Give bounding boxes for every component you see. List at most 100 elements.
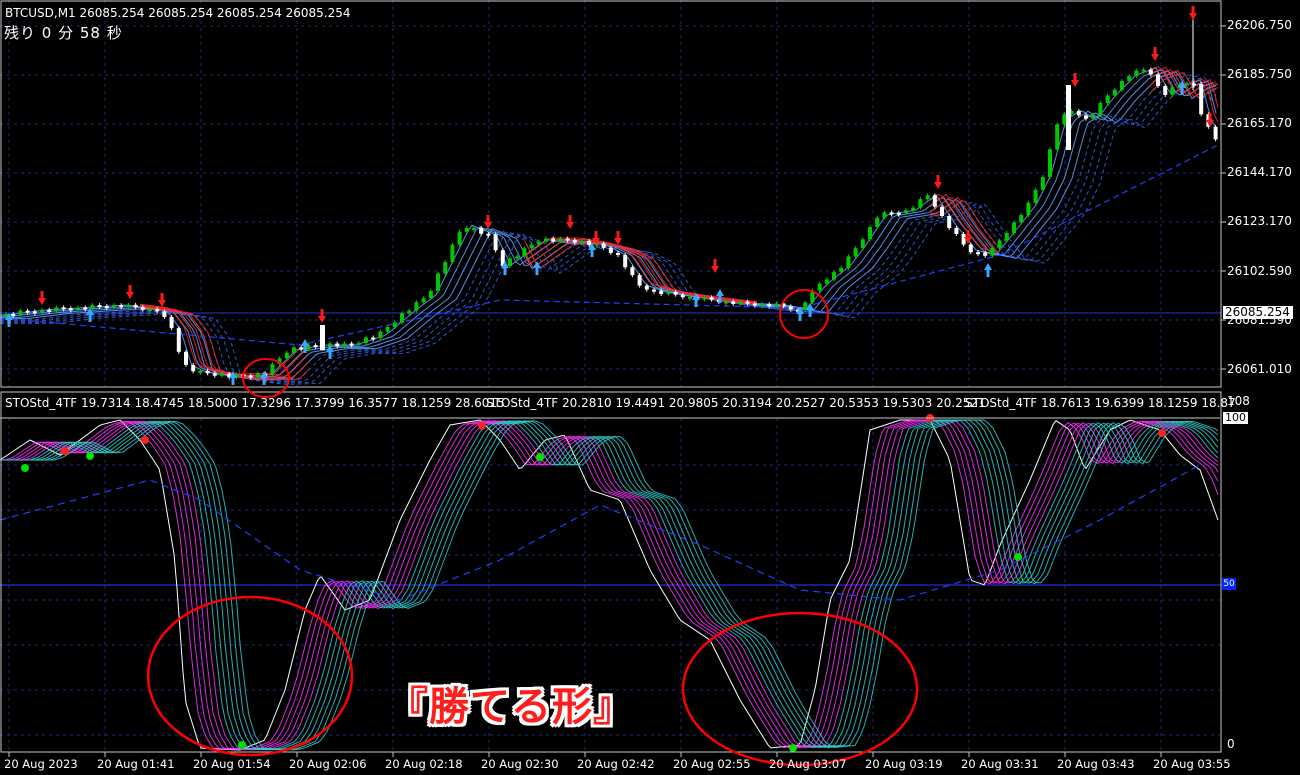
candle-body — [853, 248, 858, 257]
candle-body — [493, 234, 498, 251]
candle-body — [1019, 215, 1024, 223]
indicator-label: STOStd_4TF 18.7613 19.6399 18.1259 18.87 — [965, 396, 1236, 410]
candle-body — [752, 303, 757, 306]
candle-body — [443, 262, 448, 274]
chart-window[interactable]: BTCUSD,M1 26085.254 26085.254 26085.254 … — [0, 0, 1300, 775]
sell-arrow — [711, 259, 719, 273]
candle-body — [608, 247, 613, 253]
candle-body — [918, 199, 923, 208]
candle-body — [1012, 222, 1016, 233]
sell-arrow — [38, 291, 46, 305]
candle-body — [1170, 87, 1175, 96]
candle-body — [414, 302, 419, 311]
candle-body — [983, 252, 988, 256]
candle-body — [911, 207, 916, 211]
moving-average-ribbon — [0, 66, 1219, 385]
candle-body — [968, 244, 973, 253]
candle-body — [457, 231, 462, 245]
candle-body — [61, 307, 66, 310]
stoch-dot — [86, 452, 94, 460]
price-tick: 26061.010 — [1227, 362, 1292, 376]
candle-body — [1163, 86, 1168, 96]
time-tick: 20 Aug 02:42 — [577, 757, 655, 771]
candle-body — [558, 238, 563, 242]
candle-body — [702, 297, 707, 300]
candle-body — [630, 267, 635, 276]
candle-body — [335, 343, 340, 347]
candle-body — [767, 304, 772, 307]
candle-body — [1127, 76, 1132, 81]
candle-body — [1048, 149, 1052, 177]
pane-frame — [0, 0, 1226, 757]
ma-line — [0, 70, 1217, 379]
candle-body — [508, 258, 512, 267]
candle-body — [896, 212, 901, 215]
stoch-dot — [1014, 553, 1022, 561]
candle-body — [925, 195, 930, 200]
candle-body — [904, 210, 908, 214]
candle-body — [738, 301, 743, 304]
candle-body — [191, 364, 196, 372]
time-tick: 20 Aug 03:19 — [865, 757, 943, 771]
stoch-dot — [21, 464, 29, 472]
time-tick: 20 Aug 2023 — [4, 757, 78, 771]
sub-scale-100: 100 — [1223, 411, 1248, 424]
sell-arrow — [1189, 6, 1197, 20]
candle-body — [1004, 233, 1009, 241]
candle-body — [673, 292, 678, 295]
candle-body — [1156, 74, 1160, 86]
candle-body — [140, 307, 145, 310]
candle-body — [299, 347, 304, 350]
candle-body — [47, 309, 52, 312]
sub-scale-top: 108 — [1227, 394, 1250, 408]
candle-body — [817, 283, 822, 291]
candle-body — [400, 313, 404, 323]
price-tick: 26185.750 — [1227, 67, 1292, 81]
candle-body — [551, 238, 556, 242]
candle-body — [580, 240, 584, 243]
candle-body — [248, 375, 253, 378]
candle-body — [54, 307, 59, 311]
price-chart-canvas[interactable] — [0, 0, 1300, 775]
candle-body — [644, 285, 649, 290]
current-price-badge: 26085.254 — [1223, 306, 1293, 319]
candle-body — [220, 373, 224, 376]
candle-body — [846, 256, 851, 268]
level-badge: 50 — [1222, 578, 1236, 590]
candle-body — [623, 255, 628, 268]
candle-body — [4, 314, 8, 316]
stoch-dot — [141, 436, 149, 444]
candle-body — [119, 305, 124, 308]
candle-body — [472, 227, 476, 230]
candle-body — [976, 252, 980, 255]
candle-body — [997, 240, 1002, 248]
bar-countdown: 残り 0 分 58 秒 — [4, 24, 123, 42]
grid-lines — [0, 0, 1222, 752]
time-tick: 20 Aug 01:41 — [97, 757, 175, 771]
candle-body — [270, 364, 275, 375]
candle-body — [32, 311, 37, 314]
candle-body — [371, 337, 376, 340]
time-tick: 20 Aug 03:07 — [769, 757, 847, 771]
candle-body — [76, 307, 80, 310]
candle-body — [133, 304, 138, 308]
candle-body — [529, 244, 534, 249]
candle-body — [436, 273, 440, 291]
candle-body — [205, 370, 210, 374]
candle-body — [1026, 202, 1031, 215]
candle-body — [1098, 103, 1103, 115]
candle-body — [587, 240, 592, 246]
candle-body — [148, 309, 152, 311]
candle-body — [724, 301, 728, 304]
candle-body — [90, 305, 95, 309]
candle-body — [450, 244, 455, 263]
time-tick: 20 Aug 01:54 — [193, 757, 271, 771]
candle-body — [875, 217, 880, 227]
candle-body — [83, 307, 88, 310]
candle-body — [954, 228, 959, 234]
candle-body — [1213, 126, 1218, 140]
candle-body — [349, 343, 354, 346]
candle-body — [1184, 83, 1189, 86]
price-tick: 26165.170 — [1227, 116, 1292, 130]
candle-body — [659, 290, 664, 294]
